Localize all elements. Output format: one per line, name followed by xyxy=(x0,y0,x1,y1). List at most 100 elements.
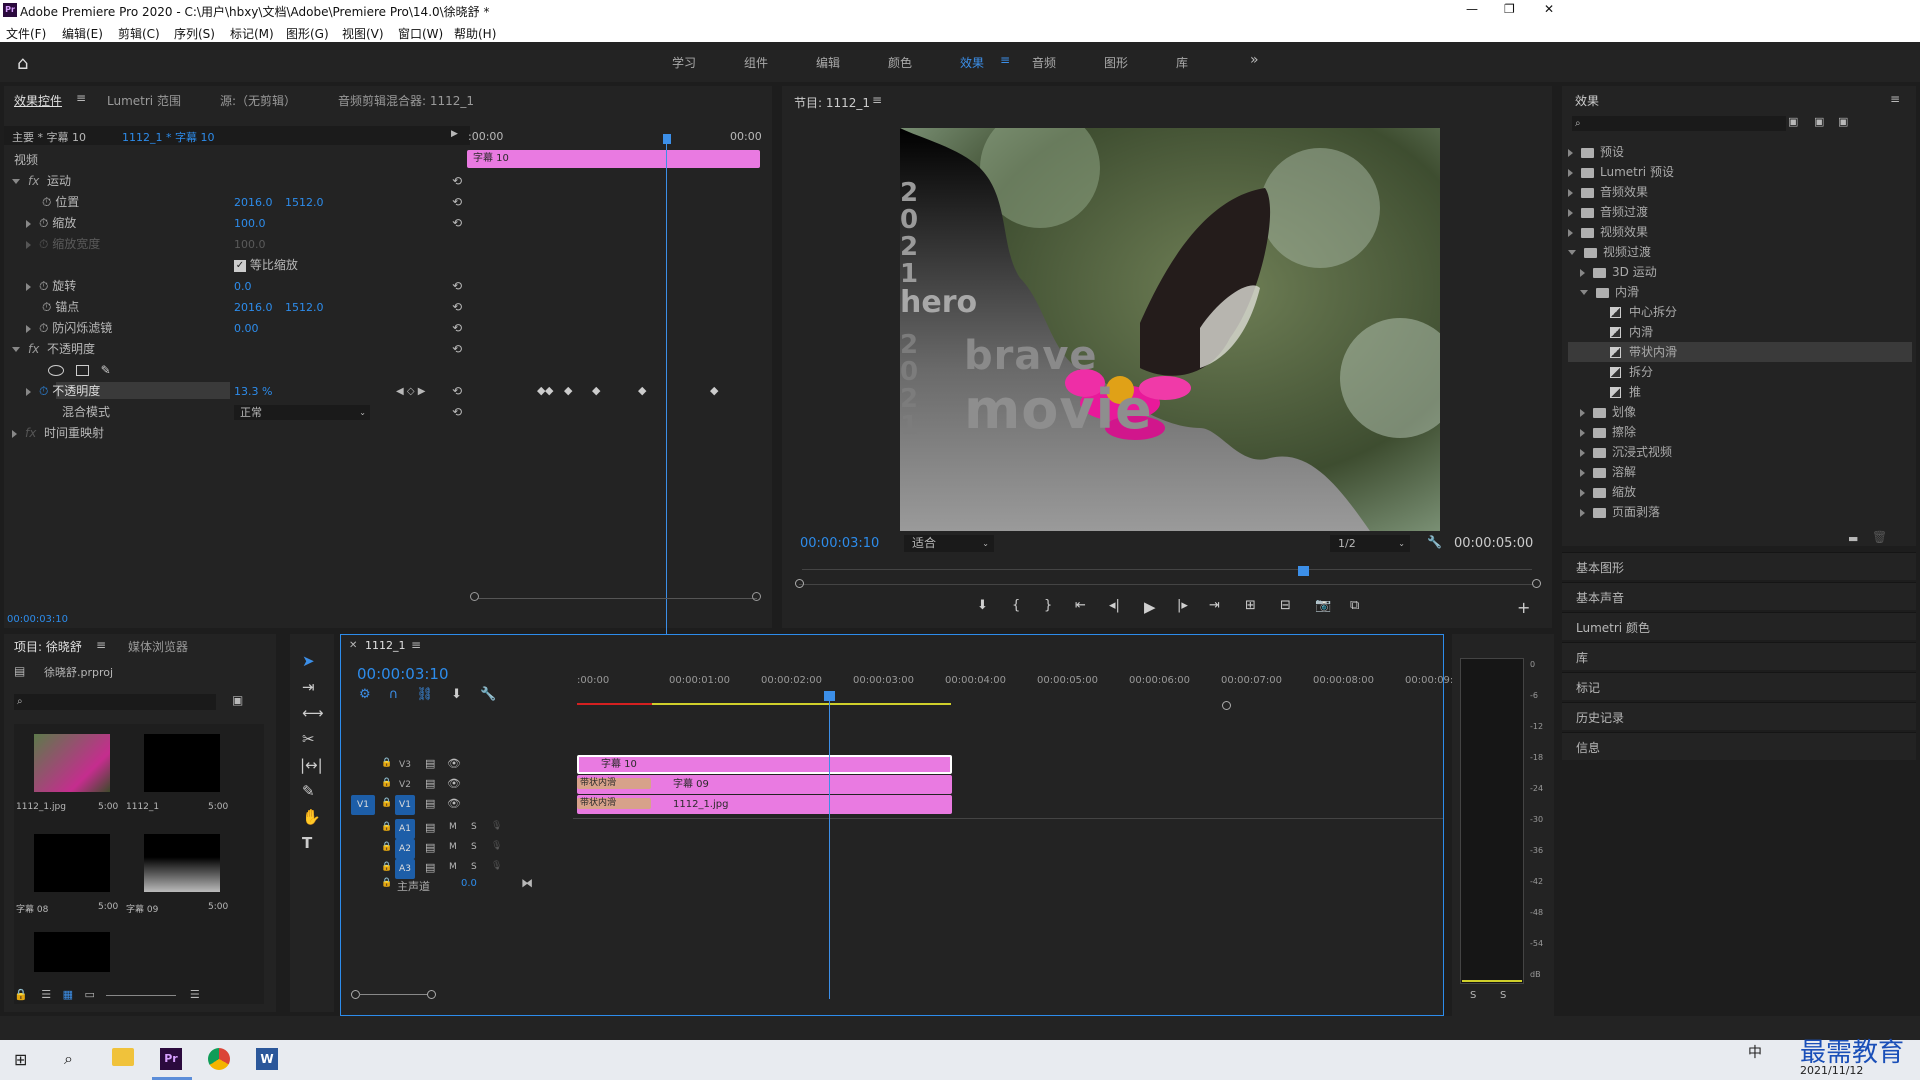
opacity-group[interactable]: fx 不透明度 ⟲ xyxy=(12,339,470,360)
collapsed-panel-0[interactable]: 基本图形 xyxy=(1562,552,1916,580)
workspace-tab-2[interactable]: 编辑 xyxy=(816,54,840,71)
menu-item-8[interactable]: 帮助(H) xyxy=(454,25,496,42)
workspace-tab-3[interactable]: 颜色 xyxy=(888,54,912,71)
sync-lock-icon[interactable]: ▤ xyxy=(425,777,435,790)
chevron-right-icon[interactable] xyxy=(1568,228,1573,237)
lock-icon[interactable]: 🔒 xyxy=(14,988,28,1001)
resolution-select[interactable]: 1/2 ⌄ xyxy=(1330,535,1410,552)
extract-icon[interactable]: ⊟ xyxy=(1280,598,1291,613)
menu-item-6[interactable]: 视图(V) xyxy=(342,25,384,42)
menu-item-1[interactable]: 编辑(E) xyxy=(62,25,103,42)
effects-tree-item[interactable]: 预设 xyxy=(1568,142,1912,162)
menu-item-5[interactable]: 图形(G) xyxy=(286,25,329,42)
h-scroll-right[interactable] xyxy=(427,990,436,999)
chrome-icon[interactable] xyxy=(208,1048,230,1070)
workspace-tab-5[interactable]: 音频 xyxy=(1032,54,1056,71)
rotation-value[interactable]: 0.0 xyxy=(234,276,252,297)
pen-icon[interactable]: ✎ xyxy=(302,782,315,800)
stopwatch-icon[interactable]: ⏱ xyxy=(39,321,48,335)
timeline-tab[interactable]: 1112_1 xyxy=(365,639,406,652)
ime-indicator[interactable]: 中 xyxy=(1748,1042,1762,1062)
ec-tab-3[interactable]: 音频剪辑混合器: 1112_1 xyxy=(338,92,474,109)
eye-icon[interactable]: 👁 xyxy=(447,777,461,790)
solo-button[interactable]: S xyxy=(471,862,477,872)
v-scroll-handle[interactable] xyxy=(1222,701,1231,710)
tab-project[interactable]: 项目: 徐晓舒 xyxy=(14,638,82,655)
effects-tree-item[interactable]: 划像 xyxy=(1568,402,1912,422)
master-value[interactable]: 0.0 xyxy=(461,878,477,889)
effects-tree-item[interactable]: 缩放 xyxy=(1568,482,1912,502)
menu-item-3[interactable]: 序列(S) xyxy=(174,25,215,42)
search-icon[interactable]: ⌕ xyxy=(64,1049,73,1069)
effects-tree-item[interactable]: 视频效果 xyxy=(1568,222,1912,242)
stopwatch-icon[interactable]: ⏱ xyxy=(39,216,48,230)
position-row[interactable]: ⏱ 位置 2016.0 1512.0 ⟲ xyxy=(42,192,470,213)
mark-out-icon[interactable]: } xyxy=(1044,598,1052,613)
solo-left[interactable]: S xyxy=(1470,990,1476,1001)
mark-in-icon[interactable]: { xyxy=(1012,598,1020,613)
workspace-tab-1[interactable]: 组件 xyxy=(744,54,768,71)
go-to-out-icon[interactable]: ⇥ xyxy=(1209,598,1220,613)
panel-menu-icon[interactable]: ≡ xyxy=(872,93,882,107)
thumbnail[interactable] xyxy=(34,932,110,972)
solo-button[interactable]: S xyxy=(471,822,477,832)
sync-lock-icon[interactable]: ▤ xyxy=(425,841,435,854)
position-y[interactable]: 1512.0 xyxy=(285,192,324,213)
fit-select[interactable]: 适合 ⌄ xyxy=(904,535,994,552)
sync-lock-icon[interactable]: ▤ xyxy=(425,797,435,810)
effects-tree-item[interactable]: 溶解 xyxy=(1568,462,1912,482)
go-to-in-icon[interactable]: ⇤ xyxy=(1075,598,1086,613)
delete-icon[interactable]: 🗑 xyxy=(1872,530,1887,544)
lock-icon[interactable]: 🔒 xyxy=(381,822,392,832)
keyframe-marker[interactable]: ◆ xyxy=(564,384,572,397)
chevron-right-icon[interactable] xyxy=(1580,488,1585,497)
chevron-down-icon[interactable] xyxy=(1568,250,1576,255)
sort-icon[interactable]: ☰ xyxy=(190,988,200,1001)
stopwatch-icon[interactable]: ⏱ xyxy=(39,279,48,293)
reset-icon[interactable]: ⟲ xyxy=(452,171,462,192)
chevron-down-icon[interactable] xyxy=(1580,290,1588,295)
list-view-icon[interactable]: ☰ xyxy=(41,988,51,1001)
chevron-right-icon[interactable] xyxy=(1580,268,1585,277)
ec-clip-bar[interactable]: 字幕 10 xyxy=(467,150,760,168)
add-button-icon[interactable]: + xyxy=(1517,598,1530,617)
lock-icon[interactable]: 🔒 xyxy=(381,878,392,888)
menu-item-0[interactable]: 文件(F) xyxy=(6,25,46,42)
eye-icon[interactable]: 👁 xyxy=(447,757,461,770)
solo-button[interactable]: S xyxy=(471,842,477,852)
start-icon[interactable]: ⊞ xyxy=(14,1050,27,1069)
menu-item-4[interactable]: 标记(M) xyxy=(230,25,274,42)
effects-tree-item[interactable]: 内滑 xyxy=(1568,282,1912,302)
add-marker-icon[interactable]: ⬇ xyxy=(451,687,462,702)
effects-tree-item[interactable]: 音频效果 xyxy=(1568,182,1912,202)
project-item[interactable]: 字幕 09 5:00 xyxy=(124,824,232,922)
project-item[interactable]: 字幕 08 5:00 xyxy=(14,824,122,922)
track-select-icon[interactable]: ⇥ xyxy=(302,678,315,696)
pen-mask-icon[interactable]: ✎ xyxy=(101,363,111,377)
keyframe-marker[interactable]: ◆ xyxy=(592,384,600,397)
reset-icon[interactable]: ⟲ xyxy=(452,381,462,402)
ripple-edit-icon[interactable]: ⟷ xyxy=(302,704,324,722)
ellipse-mask-icon[interactable] xyxy=(48,365,64,376)
timeline-playhead[interactable] xyxy=(829,695,830,999)
chevron-right-icon[interactable] xyxy=(1580,428,1585,437)
effects-search[interactable]: ⌕ xyxy=(1572,116,1786,131)
master-clip-label[interactable]: 主要 * 字幕 10 xyxy=(12,129,86,145)
menu-item-2[interactable]: 剪辑(C) xyxy=(118,25,160,42)
program-title[interactable]: 节目: 1112_1 xyxy=(794,94,870,111)
mute-button[interactable]: M xyxy=(449,822,457,832)
effects-tree-item[interactable]: 中心拆分 xyxy=(1568,302,1912,322)
panel-menu-icon[interactable]: ≡ xyxy=(96,638,106,652)
video-frame[interactable]: 2021 hero 2021 brave movie xyxy=(900,128,1440,531)
master-end-icon[interactable]: ⧓ xyxy=(521,876,533,890)
wrench-icon[interactable]: 🔧 xyxy=(1427,535,1442,549)
track-target[interactable]: V2 xyxy=(395,775,415,795)
reset-icon[interactable]: ⟲ xyxy=(452,213,462,234)
track-target[interactable]: V1 xyxy=(395,795,415,815)
workspace-tab-7[interactable]: 库 xyxy=(1176,54,1188,71)
workspace-tab-6[interactable]: 图形 xyxy=(1104,54,1128,71)
scale-row[interactable]: ⏱ 缩放 100.0 ⟲ xyxy=(26,213,470,234)
anchor-y[interactable]: 1512.0 xyxy=(285,297,324,318)
32bit-icon[interactable]: ▣ xyxy=(1814,115,1824,128)
anchor-row[interactable]: ⏱ 锚点 2016.0 1512.0 ⟲ xyxy=(42,297,470,318)
